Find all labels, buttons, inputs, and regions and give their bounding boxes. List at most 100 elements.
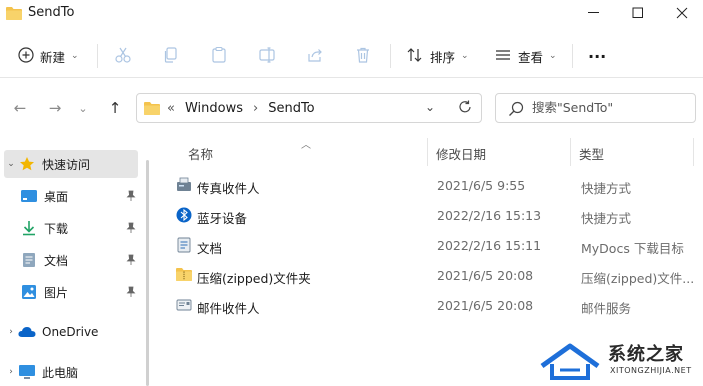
sort-button[interactable]: 排序 ⌄: [406, 42, 469, 70]
sidebar-item-desktop[interactable]: 桌面: [20, 182, 138, 210]
sidebar-item-documents[interactable]: 文档: [20, 246, 138, 274]
pin-icon[interactable]: [126, 190, 136, 205]
view-button[interactable]: 查看 ⌄: [494, 42, 557, 70]
download-icon: [20, 220, 38, 236]
toolbar-divider: [97, 44, 98, 68]
sidebar-item-pictures[interactable]: 图片: [20, 278, 138, 306]
star-icon: [18, 156, 36, 172]
sidebar-item-quick-access[interactable]: ⌄ 快速访问: [4, 150, 138, 178]
pin-icon[interactable]: [126, 254, 136, 269]
paste-button[interactable]: [210, 42, 228, 70]
file-name: 邮件收件人: [197, 301, 260, 316]
desktop-icon: [20, 188, 38, 204]
close-button[interactable]: [660, 0, 703, 26]
back-button[interactable]: ←: [9, 98, 31, 118]
file-date: 2021/6/5 20:08: [437, 268, 534, 283]
sort-icon: [406, 47, 424, 66]
plus-circle-icon: [18, 46, 34, 66]
file-type: 邮件服务: [581, 301, 632, 316]
paste-icon: [210, 46, 228, 67]
file-type: MyDocs 下载目标: [581, 241, 684, 256]
recent-locations-button[interactable]: ⌄: [76, 98, 90, 118]
sidebar-item-downloads[interactable]: 下载: [20, 214, 138, 242]
delete-button[interactable]: [354, 42, 372, 70]
fax-icon: [176, 177, 192, 193]
up-button[interactable]: ↑: [104, 98, 126, 118]
search-input[interactable]: [532, 100, 682, 115]
view-button-label: 查看: [518, 49, 544, 65]
pictures-icon: [20, 284, 38, 300]
sidebar-item-label: 图片: [44, 285, 69, 300]
search-box[interactable]: [495, 93, 696, 123]
more-options-button[interactable]: ···: [588, 42, 606, 70]
refresh-icon[interactable]: [457, 99, 473, 118]
minimize-button[interactable]: [572, 0, 616, 26]
navigation-pane: ⌄ 快速访问 桌面 下载 文档 图片 › OneDrive › 此电脑: [0, 140, 152, 386]
house-logo-icon: [540, 342, 606, 385]
address-bar[interactable]: « Windows › SendTo ⌄: [136, 93, 482, 123]
chevron-down-icon[interactable]: ⌄: [4, 159, 18, 169]
watermark-subtext: XITONGZHIJIA.NET: [610, 366, 692, 375]
chevron-right-icon[interactable]: ›: [4, 327, 18, 337]
file-type: 快捷方式: [581, 211, 632, 226]
cut-button[interactable]: [114, 42, 132, 70]
more-icon: ···: [588, 46, 607, 66]
copy-button[interactable]: [162, 42, 180, 70]
search-icon: [508, 101, 524, 120]
new-button[interactable]: 新建 ⌄: [18, 42, 79, 70]
file-name: 蓝牙设备: [197, 211, 248, 226]
sort-button-label: 排序: [430, 49, 456, 65]
share-icon: [306, 46, 324, 67]
cut-icon: [114, 46, 132, 67]
folder-icon: [144, 101, 160, 118]
file-name: 压缩(zipped)文件夹: [197, 271, 311, 286]
maximize-button[interactable]: [616, 0, 660, 26]
document-icon: [20, 252, 38, 268]
sidebar-item-label: 下载: [44, 221, 69, 236]
column-divider[interactable]: [693, 138, 694, 166]
address-dropdown-icon[interactable]: ⌄: [425, 100, 435, 114]
column-divider[interactable]: [427, 138, 428, 166]
file-type: 压缩(zipped)文件...: [581, 271, 695, 286]
rename-button[interactable]: [258, 42, 276, 70]
file-row[interactable]: 蓝牙设备 2022/2/16 15:13 快捷方式: [172, 200, 703, 230]
arrow-right-icon: →: [48, 99, 62, 117]
file-row[interactable]: 压缩(zipped)文件夹 2021/6/5 20:08 压缩(zipped)文…: [172, 260, 703, 290]
file-date: 2022/2/16 15:13: [437, 208, 542, 223]
chevron-down-icon: ⌄: [71, 51, 79, 61]
column-header-name[interactable]: 名称: [188, 144, 213, 163]
folder-icon: [6, 6, 22, 23]
breadcrumb-item[interactable]: SendTo: [268, 101, 314, 116]
file-name: 传真收件人: [197, 181, 260, 196]
column-header-date[interactable]: 修改日期: [436, 144, 486, 163]
delete-icon: [354, 46, 372, 67]
sort-ascending-icon: ︿: [301, 140, 311, 151]
sidebar-item-label: 文档: [44, 253, 69, 268]
breadcrumb-item[interactable]: Windows: [185, 101, 243, 116]
file-row[interactable]: 传真收件人 2021/6/5 9:55 快捷方式: [172, 170, 703, 200]
pin-icon[interactable]: [126, 286, 136, 301]
file-row[interactable]: 邮件收件人 2021/6/5 20:08 邮件服务: [172, 290, 703, 320]
rename-icon: [258, 46, 276, 67]
sidebar-item-label: 桌面: [44, 189, 69, 204]
breadcrumb-overflow[interactable]: «: [167, 101, 175, 116]
chevron-right-icon[interactable]: ›: [4, 367, 18, 377]
mydocs-icon: [176, 237, 192, 253]
share-button[interactable]: [306, 42, 324, 70]
column-divider[interactable]: [570, 138, 571, 166]
forward-button[interactable]: →: [44, 98, 66, 118]
file-date: 2022/2/16 15:11: [437, 238, 542, 253]
file-date: 2021/6/5 20:08: [437, 298, 534, 313]
window-title: SendTo: [28, 5, 75, 20]
sidebar-scrollbar[interactable]: [146, 160, 149, 386]
watermark-logo: 系统之家 XITONGZHIJIA.NET: [540, 336, 703, 386]
zip-folder-icon: [176, 267, 192, 283]
arrow-up-icon: ↑: [108, 99, 122, 117]
sidebar-item-this-pc[interactable]: › 此电脑: [4, 358, 138, 386]
file-row[interactable]: 文档 2022/2/16 15:11 MyDocs 下载目标: [172, 230, 703, 260]
sidebar-item-onedrive[interactable]: › OneDrive: [4, 318, 138, 346]
column-header-type[interactable]: 类型: [579, 144, 604, 163]
pin-icon[interactable]: [126, 222, 136, 237]
sidebar-item-label: 此电脑: [42, 365, 79, 380]
arrow-left-icon: ←: [13, 99, 27, 117]
